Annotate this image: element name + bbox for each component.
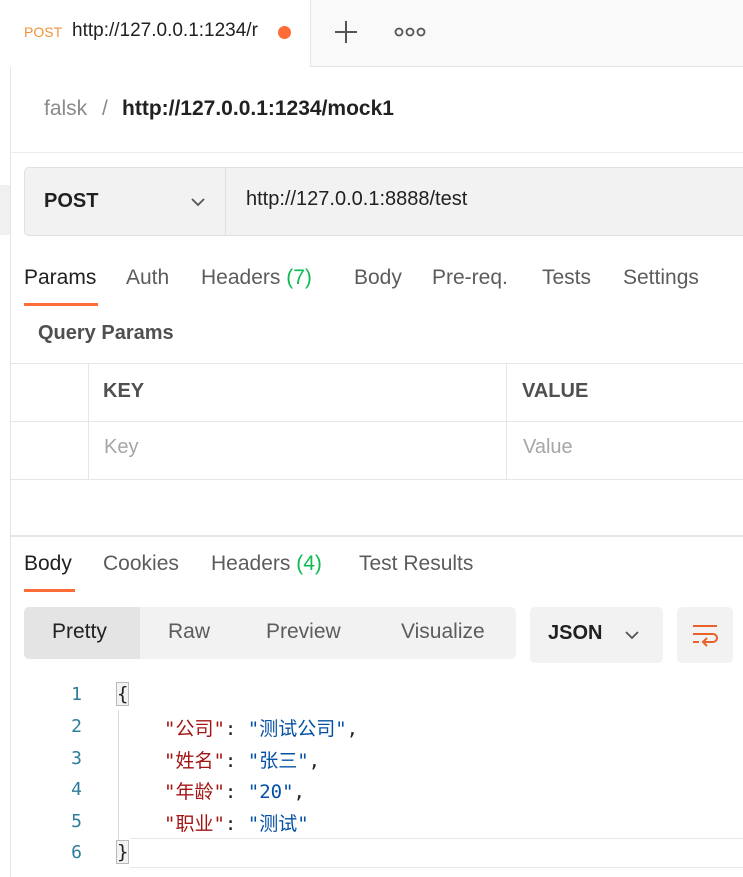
json-open-brace[interactable]: { [116,682,130,706]
json-colon: : [224,813,248,835]
column-header-key: KEY [103,380,145,402]
tab-tests[interactable]: Tests [542,266,591,290]
indent-guide [118,710,119,840]
param-key-input[interactable] [104,436,494,459]
breadcrumb-separator: / [102,97,108,120]
method-select-value: POST [44,190,99,212]
json-colon: : [224,750,248,772]
json-key: "年龄" [164,781,225,803]
line-number: 4 [71,779,82,800]
tab-method-label: POST [24,24,63,40]
json-comma: , [293,781,305,803]
current-line-highlight [130,838,743,868]
json-key: "姓名" [164,750,225,772]
view-visualize-button[interactable]: Visualize [401,620,485,644]
sidebar-edge-marker [0,185,10,235]
view-pretty-button[interactable]: Pretty [52,620,107,644]
tab-cookies[interactable]: Cookies [103,552,179,576]
line-number: 5 [71,811,82,832]
wrap-lines-icon [693,625,718,647]
json-line[interactable]: "公司": "测试公司", [164,714,358,741]
json-value: "测试" [247,813,309,835]
json-comma: , [308,750,321,772]
view-preview-button[interactable]: Preview [266,620,341,644]
json-close-brace[interactable]: } [116,840,130,864]
request-name[interactable]: http://127.0.0.1:1234/mock1 [122,97,394,121]
tab-auth[interactable]: Auth [126,266,169,290]
json-value: "张三" [247,750,309,772]
format-select-value: JSON [548,622,603,644]
table-col-divider [506,364,507,479]
tab-settings[interactable]: Settings [623,266,699,290]
json-line[interactable]: "姓名": "张三", [164,746,320,773]
active-tab-indicator [24,303,98,306]
more-horizontal-icon[interactable] [394,22,426,42]
tab-url-label: http://127.0.0.1:1234/r [72,20,258,41]
tab-body[interactable]: Body [354,266,402,290]
tab-response-headers-label: Headers [211,552,291,575]
tab-headers-count: (7) [286,266,312,289]
chevron-down-icon[interactable] [188,193,208,211]
pane-divider[interactable] [10,535,743,537]
tab-test-results[interactable]: Test Results [359,552,473,576]
json-line[interactable]: "职业": "测试" [164,809,309,836]
header-divider [10,152,743,153]
tab-headers-label: Headers [201,266,281,289]
view-raw-button[interactable]: Raw [168,620,210,644]
column-header-value: VALUE [522,380,589,402]
plus-icon[interactable] [332,16,360,48]
tab-response-headers[interactable]: Headers (4) [211,552,322,576]
unsaved-changes-dot[interactable] [278,26,291,39]
tab-headers[interactable]: Headers (7) [201,266,312,290]
table-border-top [10,363,743,364]
line-number: 1 [71,684,82,705]
url-input[interactable] [246,188,726,211]
param-value-input[interactable] [523,436,733,459]
json-colon: : [224,781,248,803]
json-comma: , [346,718,359,740]
json-value: "测试公司" [247,718,347,740]
json-value: "20" [247,781,294,803]
table-border-header [10,421,743,422]
json-key: "公司" [164,718,225,740]
table-col-divider [88,364,89,479]
tab-response-body[interactable]: Body [24,552,72,576]
json-colon: : [224,718,248,740]
active-response-tab-indicator [24,589,75,592]
tab-params[interactable]: Params [24,266,96,290]
tab-pre-request[interactable]: Pre-req. [432,266,508,290]
line-number: 3 [71,748,82,769]
breadcrumb-collection[interactable]: falsk [44,97,87,121]
query-params-title: Query Params [38,322,174,344]
json-key: "职业" [164,813,225,835]
line-number: 2 [71,716,82,737]
tab-response-headers-count: (4) [296,552,322,575]
table-border-bottom [10,479,743,480]
line-number: 6 [71,842,82,863]
sidebar-edge [0,0,11,877]
chevron-down-icon[interactable] [622,626,642,644]
json-line[interactable]: "年龄": "20", [164,777,305,804]
